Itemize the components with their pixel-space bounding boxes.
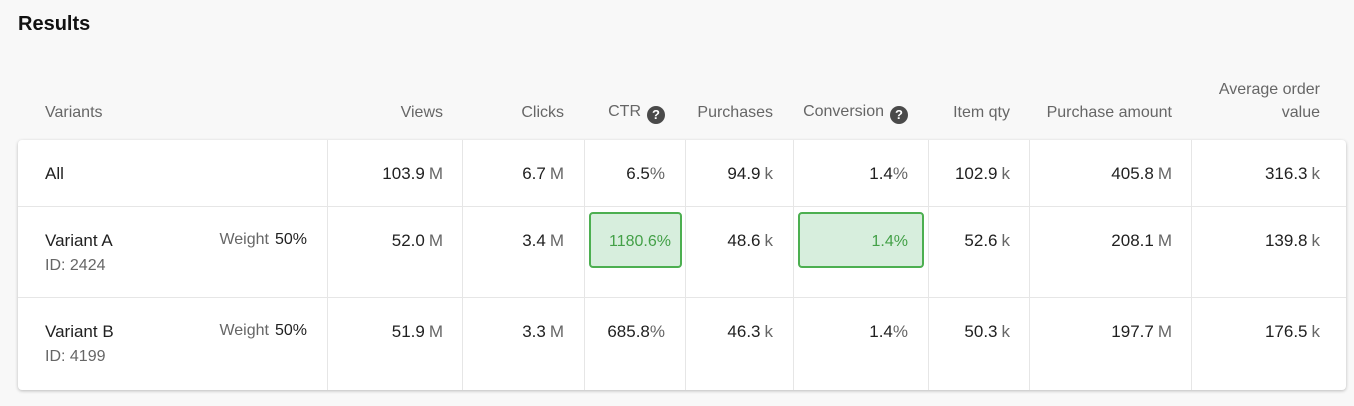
table-row-variant-a: Variant A ID: 2424 Weight 50% 52.0 M 3.4 M … bbox=[18, 207, 1346, 298]
clicks-value: 6.7 M bbox=[522, 164, 564, 183]
ctr-value: 6.5% bbox=[626, 164, 665, 183]
item-qty-value: 102.9 k bbox=[954, 164, 1010, 183]
ctr-value: 685.8% bbox=[607, 322, 665, 341]
column-header-variants: Variants bbox=[45, 104, 103, 121]
column-header-average-order-value[interactable]: Average order value bbox=[1219, 78, 1320, 124]
variant-name: All bbox=[45, 164, 64, 183]
aov-value: 139.8 k bbox=[1264, 231, 1320, 250]
purchase-amount-value: 197.7 M bbox=[1111, 322, 1172, 341]
column-header-clicks[interactable]: Clicks bbox=[521, 101, 564, 124]
column-header-views[interactable]: Views bbox=[401, 101, 443, 124]
column-header-conversion[interactable]: Conversion? bbox=[803, 100, 908, 124]
column-header-item-qty[interactable]: Item qty bbox=[953, 101, 1010, 124]
column-header-aov-line2: value bbox=[1281, 104, 1320, 121]
purchases-value: 46.3 k bbox=[727, 322, 773, 341]
variant-name: Variant B bbox=[45, 322, 114, 341]
clicks-value: 3.3 M bbox=[522, 322, 564, 341]
table-header: Variants Views Clicks CTR? Purchases Con… bbox=[18, 76, 1346, 136]
conversion-value: 1.4% bbox=[869, 164, 908, 183]
views-value: 52.0 M bbox=[391, 231, 443, 250]
results-table: All 103.9 M 6.7 M 6.5% 94.9 k 1.4% 102.9 k 4… bbox=[18, 140, 1346, 390]
views-value: 51.9 M bbox=[391, 322, 443, 341]
column-header-ctr[interactable]: CTR? bbox=[608, 100, 665, 124]
variant-id: ID: 2424 bbox=[45, 257, 106, 274]
purchases-value: 94.9 k bbox=[727, 164, 773, 183]
variant-name: Variant A bbox=[45, 231, 113, 250]
column-header-purchase-amount[interactable]: Purchase amount bbox=[1047, 101, 1172, 124]
aov-value: 316.3 k bbox=[1264, 164, 1320, 183]
clicks-value: 3.4 M bbox=[522, 231, 564, 250]
item-qty-value: 50.3 k bbox=[964, 322, 1010, 341]
purchase-amount-value: 208.1 M bbox=[1111, 231, 1172, 250]
conversion-value: 1.4% bbox=[869, 322, 908, 341]
aov-value: 176.5 k bbox=[1264, 322, 1320, 341]
help-icon[interactable]: ? bbox=[890, 106, 908, 124]
column-header-ctr-label: CTR bbox=[608, 103, 641, 120]
page-title: Results bbox=[18, 13, 91, 35]
variant-weight: Weight 50% bbox=[219, 322, 307, 339]
help-icon[interactable]: ? bbox=[647, 106, 665, 124]
column-header-conversion-label: Conversion bbox=[803, 103, 884, 120]
variant-id: ID: 4199 bbox=[45, 348, 106, 365]
table-row-variant-b: Variant B ID: 4199 Weight 50% 51.9 M 3.3 M … bbox=[18, 298, 1346, 390]
item-qty-value: 52.6 k bbox=[964, 231, 1010, 250]
purchase-amount-value: 405.8 M bbox=[1111, 164, 1172, 183]
views-value: 103.9 M bbox=[382, 164, 443, 183]
purchases-value: 48.6 k bbox=[727, 231, 773, 250]
column-header-aov-line1: Average order bbox=[1218, 81, 1320, 98]
ctr-highlight-value: 1180.6% bbox=[589, 212, 682, 268]
table-row-all: All 103.9 M 6.7 M 6.5% 94.9 k 1.4% 102.9 k 4… bbox=[18, 140, 1346, 207]
conversion-highlight-value: 1.4% bbox=[798, 212, 924, 268]
column-header-purchases[interactable]: Purchases bbox=[697, 101, 773, 124]
variant-weight: Weight 50% bbox=[219, 231, 307, 248]
